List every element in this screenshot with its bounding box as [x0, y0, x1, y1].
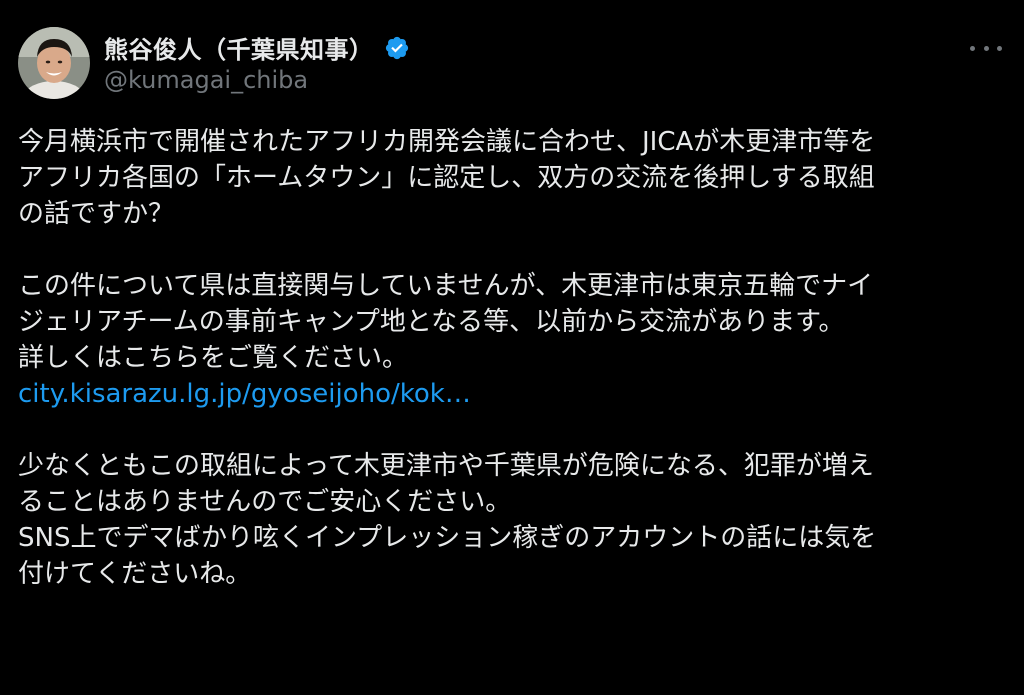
- post: 熊谷俊人（千葉県知事） @kumagai_chiba 今月横浜市で開催されたアフ…: [0, 0, 1024, 695]
- handle[interactable]: @kumagai_chiba: [104, 66, 308, 94]
- text-line: アフリカ各国の「ホームタウン」に認定し、双方の交流を後押しする取組: [18, 163, 875, 193]
- text-line: ジェリアチームの事前キャンプ地となる等、以前から交流があります。: [18, 307, 845, 337]
- text-line: この件について県は直接関与していませんが、木更津市は東京五輪でナイ: [18, 271, 874, 301]
- text-line: 少なくともこの取組によって木更津市や千葉県が危険になる、犯罪が増え: [18, 451, 874, 481]
- avatar[interactable]: [18, 27, 90, 99]
- verified-badge-icon[interactable]: [384, 35, 410, 61]
- display-name[interactable]: 熊谷俊人（千葉県知事）: [104, 30, 374, 65]
- post-text: 今月横浜市で開催されたアフリカ開発会議に合わせ、JICAが木更津市等を アフリカ…: [18, 124, 1008, 592]
- avatar-image: [18, 27, 90, 99]
- more-options-icon[interactable]: [970, 36, 1002, 60]
- text-line: 詳しくはこちらをご覧ください。: [18, 343, 409, 373]
- text-line: 今月横浜市で開催されたアフリカ開発会議に合わせ、JICAが木更津市等を: [18, 127, 876, 157]
- text-line: 付けてくださいね。: [18, 559, 252, 589]
- text-line: の話ですか？: [18, 199, 175, 229]
- author-row: 熊谷俊人（千葉県知事）: [104, 30, 410, 65]
- text-line: ることはありませんのでご安心ください。: [18, 487, 512, 517]
- external-link[interactable]: city.kisarazu.lg.jp/gyoseijoho/kok…: [18, 379, 471, 409]
- text-line: SNS上でデマばかり呟くインプレッション稼ぎのアカウントの話には気を: [18, 523, 877, 553]
